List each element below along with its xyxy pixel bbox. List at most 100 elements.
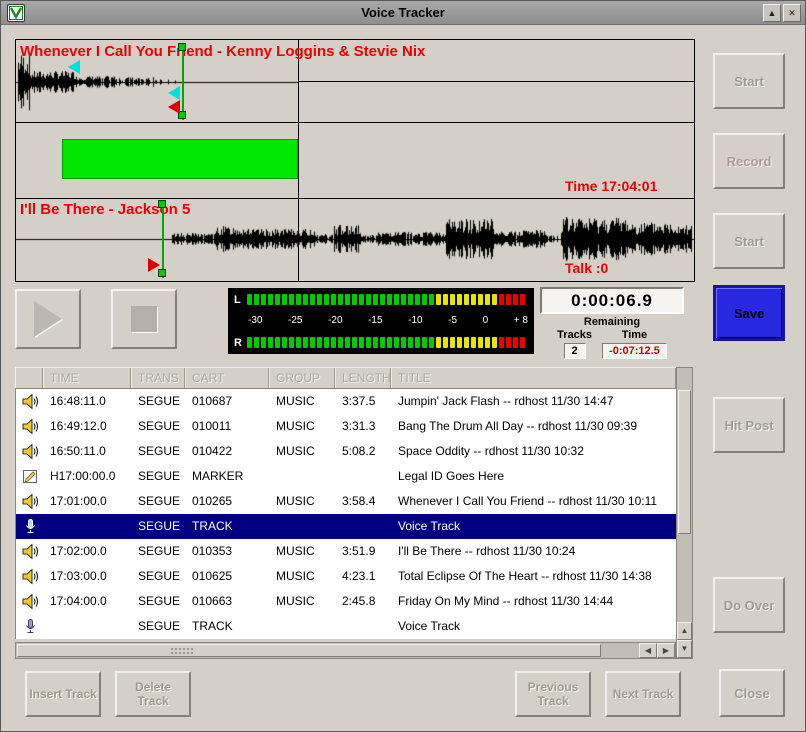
table-row[interactable]: SEGUETRACKVoice Track bbox=[16, 514, 676, 539]
vu-right-segments bbox=[247, 337, 528, 348]
table-row[interactable]: 16:50:11.0SEGUE010422MUSIC5:08.2Space Od… bbox=[16, 439, 676, 464]
next-track-button[interactable]: Next Track bbox=[605, 671, 681, 717]
table-row[interactable]: 17:01:00.0SEGUE010265MUSIC3:58.4Whenever… bbox=[16, 489, 676, 514]
cell-trans: SEGUE bbox=[132, 489, 186, 514]
speaker-icon bbox=[16, 439, 44, 464]
cell-time: 16:49:12.0 bbox=[44, 414, 132, 439]
cell-time: 17:01:00.0 bbox=[44, 489, 132, 514]
remaining-time-label: Time bbox=[622, 329, 647, 341]
start-track1-button[interactable]: Start bbox=[713, 53, 785, 109]
cell-time bbox=[44, 614, 132, 639]
cell-length bbox=[336, 514, 392, 539]
vu-scale-label: -10 bbox=[408, 315, 422, 327]
table-row[interactable]: H17:00:00.0SEGUEMARKERLegal ID Goes Here bbox=[16, 464, 676, 489]
cell-length: 3:37.5 bbox=[336, 389, 392, 414]
track1-baseline-right bbox=[298, 81, 694, 82]
remaining-panel: Remaining Tracks 2 Time -0:07:12.5 bbox=[540, 316, 684, 359]
scroll-left-button[interactable]: ◀ bbox=[639, 643, 657, 658]
close-window-button[interactable]: ✕ bbox=[783, 4, 801, 22]
scroll-down-button[interactable]: ▼ bbox=[677, 640, 692, 658]
remaining-label: Remaining bbox=[540, 316, 684, 328]
cell-length: 3:51.9 bbox=[336, 539, 392, 564]
playlist-body: 16:48:11.0SEGUE010687MUSIC3:37.5Jumpin' … bbox=[15, 389, 676, 639]
cell-length bbox=[336, 614, 392, 639]
cell-group: MUSIC bbox=[270, 489, 336, 514]
track2-start-marker[interactable] bbox=[148, 258, 160, 272]
start-track2-button[interactable]: Start bbox=[713, 213, 785, 269]
track1-fade-marker[interactable] bbox=[68, 60, 80, 74]
column-header-title: TITLE bbox=[391, 368, 676, 388]
stop-icon bbox=[131, 306, 157, 332]
cell-cart: 010265 bbox=[186, 489, 270, 514]
table-row[interactable]: 16:49:12.0SEGUE010011MUSIC3:31.3Bang The… bbox=[16, 414, 676, 439]
track2-edit-marker-line[interactable] bbox=[162, 201, 164, 278]
speaker-icon bbox=[16, 389, 44, 414]
speaker-icon bbox=[16, 414, 44, 439]
track1-end-marker[interactable] bbox=[168, 100, 180, 114]
voice-track-region[interactable] bbox=[62, 139, 298, 179]
cell-cart: 010687 bbox=[186, 389, 270, 414]
table-row[interactable]: 17:02:00.0SEGUE010353MUSIC3:51.9I'll Be … bbox=[16, 539, 676, 564]
track1-edit-marker-line[interactable] bbox=[182, 43, 184, 120]
column-header-length: LENGTH bbox=[335, 368, 391, 388]
cell-length: 3:58.4 bbox=[336, 489, 392, 514]
voice-tracker-window: Voice Tracker ▲ ✕ Whenever I Call You Fr… bbox=[0, 0, 806, 732]
cell-title: Voice Track bbox=[392, 614, 676, 639]
vertical-scrollbar[interactable]: ▲ ▼ bbox=[676, 367, 693, 659]
track1-marker-top-handle[interactable] bbox=[178, 43, 186, 51]
table-row[interactable]: 17:03:00.0SEGUE010625MUSIC4:23.1Total Ec… bbox=[16, 564, 676, 589]
record-button[interactable]: Record bbox=[713, 133, 785, 189]
shade-window-button[interactable]: ▲ bbox=[763, 4, 781, 22]
close-button[interactable]: Close bbox=[719, 669, 785, 717]
hit-post-button[interactable]: Hit Post bbox=[713, 397, 785, 453]
horizontal-scrollbar[interactable]: ◀ ▶ bbox=[15, 642, 676, 659]
cell-cart: 010625 bbox=[186, 564, 270, 589]
vu-meter: L -30-25-20-15-10-50+ 8 R bbox=[228, 288, 534, 354]
cell-title: I'll Be There -- rdhost 11/30 10:24 bbox=[392, 539, 676, 564]
speaker-icon bbox=[16, 489, 44, 514]
cell-trans: SEGUE bbox=[132, 539, 186, 564]
waveform-editor[interactable]: Whenever I Call You Friend - Kenny Loggi… bbox=[15, 39, 695, 282]
cell-title: Friday On My Mind -- rdhost 11/30 14:44 bbox=[392, 589, 676, 614]
cell-title: Whenever I Call You Friend -- rdhost 11/… bbox=[392, 489, 676, 514]
column-header-group: GROUP bbox=[269, 368, 335, 388]
table-row[interactable]: 16:48:11.0SEGUE010687MUSIC3:37.5Jumpin' … bbox=[16, 389, 676, 414]
track1-segue-marker[interactable] bbox=[168, 86, 180, 100]
vu-scale: -30-25-20-15-10-50+ 8 bbox=[248, 315, 528, 327]
save-button[interactable]: Save bbox=[713, 285, 785, 341]
vertical-scrollbar-thumb[interactable] bbox=[678, 390, 691, 534]
scroll-up-button[interactable]: ▲ bbox=[677, 622, 692, 640]
track2-marker-top-handle[interactable] bbox=[158, 200, 166, 208]
delete-track-button[interactable]: Delete Track bbox=[115, 671, 191, 717]
cell-time: 17:03:00.0 bbox=[44, 564, 132, 589]
cell-time: 16:50:11.0 bbox=[44, 439, 132, 464]
cell-time: H17:00:00.0 bbox=[44, 464, 132, 489]
track-divider-1 bbox=[16, 122, 694, 123]
scroll-right-button[interactable]: ▶ bbox=[657, 643, 675, 658]
column-header-cart: CART bbox=[185, 368, 269, 388]
titlebar[interactable]: Voice Tracker ▲ ✕ bbox=[1, 1, 805, 25]
cell-group: MUSIC bbox=[270, 414, 336, 439]
cell-length: 5:08.2 bbox=[336, 439, 392, 464]
playlist-table: TIME TRANS CART GROUP LENGTH TITLE 16:48… bbox=[15, 367, 693, 659]
insert-track-button[interactable]: Insert Track bbox=[25, 671, 101, 717]
table-row[interactable]: SEGUETRACKVoice Track bbox=[16, 614, 676, 639]
stop-button[interactable] bbox=[111, 289, 177, 349]
vu-left-label: L bbox=[234, 294, 247, 306]
cell-cart: 010353 bbox=[186, 539, 270, 564]
cell-cart: MARKER bbox=[186, 464, 270, 489]
column-header-time: TIME bbox=[43, 368, 131, 388]
table-row[interactable]: 17:04:00.0SEGUE010663MUSIC2:45.8Friday O… bbox=[16, 589, 676, 614]
cell-title: Legal ID Goes Here bbox=[392, 464, 676, 489]
play-button[interactable] bbox=[15, 289, 81, 349]
marker-icon bbox=[16, 464, 44, 489]
track1-title: Whenever I Call You Friend - Kenny Loggi… bbox=[20, 43, 425, 60]
cell-length bbox=[336, 464, 392, 489]
vu-scale-label: -5 bbox=[448, 315, 457, 327]
vu-scale-label: -30 bbox=[248, 315, 262, 327]
previous-track-button[interactable]: Previous Track bbox=[515, 671, 591, 717]
horizontal-scrollbar-thumb[interactable] bbox=[17, 644, 601, 657]
speaker-icon bbox=[16, 589, 44, 614]
cell-group: MUSIC bbox=[270, 439, 336, 464]
do-over-button[interactable]: Do Over bbox=[713, 577, 785, 633]
